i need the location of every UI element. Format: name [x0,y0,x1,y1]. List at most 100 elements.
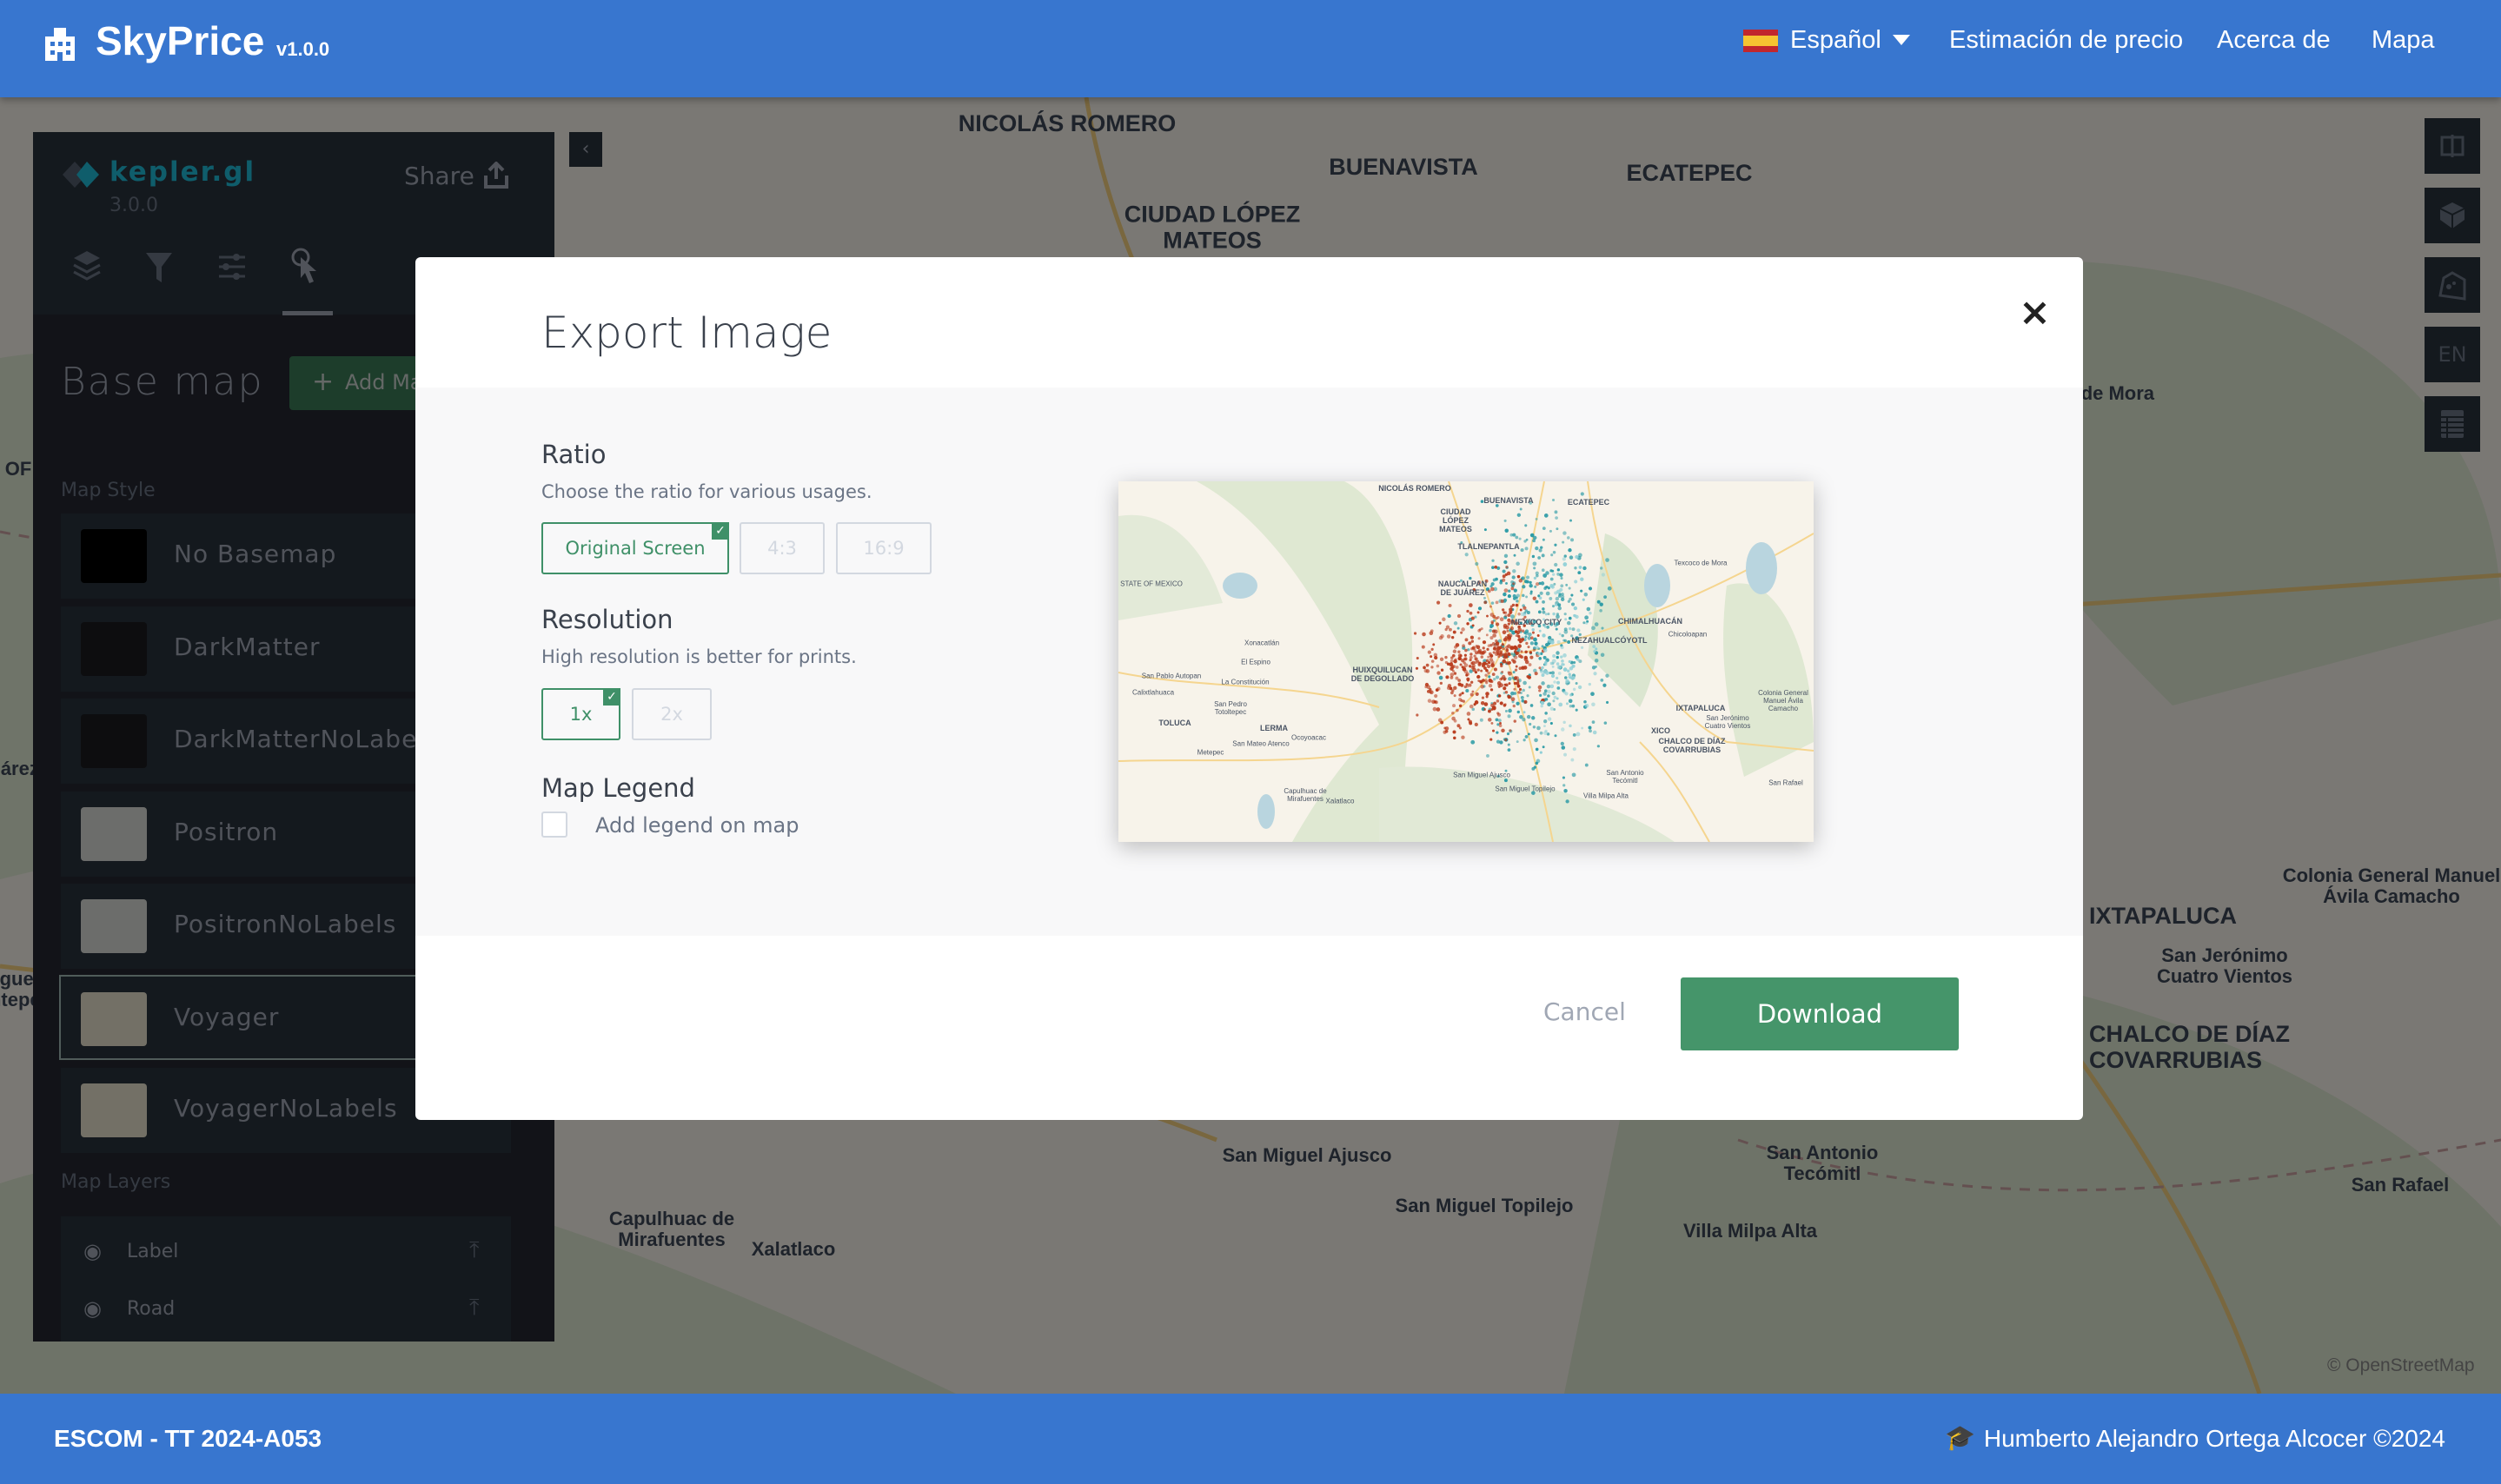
teal-data-point [1561,593,1564,596]
red-data-point [1513,681,1517,686]
red-data-point [1436,707,1441,712]
preview-label: Ocoyoacac [1290,733,1327,742]
preview-label: San Rafael [1768,778,1803,787]
preview-label: San Pablo Autopan [1141,672,1202,680]
red-data-point [1487,655,1490,659]
light-teal-data-point [1569,676,1573,679]
red-data-point [1506,629,1509,633]
nav-mapa[interactable]: Mapa [2372,26,2435,55]
preview-label: TLALNEPANTLA [1457,542,1520,552]
teal-data-point [1490,601,1495,605]
teal-data-point [1595,665,1598,668]
teal-data-point [1495,675,1500,679]
light-teal-data-point [1561,659,1564,663]
light-teal-data-point [1549,706,1554,711]
red-data-point [1493,667,1497,672]
teal-data-point [1565,583,1569,586]
brand-name[interactable]: SkyPrice [96,17,264,64]
red-data-point [1504,739,1508,742]
teal-data-point [1596,600,1601,604]
red-data-point [1423,666,1426,670]
red-data-point [1492,633,1496,638]
red-data-point [1448,603,1452,607]
red-data-point [1432,643,1436,646]
teal-data-point [1532,539,1536,543]
teal-data-point [1561,745,1566,750]
caret-down-icon[interactable] [1893,35,1910,45]
red-data-point [1538,666,1542,670]
red-data-point [1514,668,1518,672]
red-data-point [1439,657,1444,662]
red-data-point [1518,687,1522,692]
red-data-point [1427,650,1431,654]
export-preview-image: NICOLÁS ROMERO BUENAVISTA ECATEPEC CIUDA… [1118,481,1814,842]
teal-data-point [1574,566,1577,570]
teal-data-point [1556,655,1559,659]
teal-data-point [1582,566,1587,571]
teal-data-point [1526,714,1531,719]
red-data-point [1452,630,1456,634]
teal-data-point [1552,550,1556,554]
teal-data-point [1590,692,1595,697]
red-data-point [1458,698,1463,702]
red-data-point [1505,565,1509,569]
light-teal-data-point [1538,629,1542,633]
light-teal-data-point [1540,704,1543,708]
red-data-point [1485,692,1489,696]
teal-data-point [1543,719,1548,724]
download-button[interactable]: Download [1681,977,1959,1050]
preview-label: NEZAHUALCÓYOTL [1571,636,1648,646]
light-teal-data-point [1573,613,1576,618]
legend-checkbox-label[interactable]: Add legend on map [595,813,799,838]
red-data-point [1492,706,1496,711]
resolution-2x[interactable]: 2x [632,688,712,740]
teal-data-point [1555,627,1558,631]
red-data-point [1452,704,1456,708]
teal-data-point [1512,671,1516,674]
teal-data-point [1522,585,1526,589]
red-data-point [1505,648,1509,653]
teal-data-point [1554,734,1557,738]
red-data-point [1430,655,1433,659]
nav-estimacion[interactable]: Estimación de precio [1949,26,2183,55]
red-data-point [1442,617,1446,622]
red-data-point [1503,653,1508,658]
teal-data-point [1537,556,1542,560]
ratio-original-screen[interactable]: Original Screen ✓ [541,522,729,574]
red-data-point [1451,711,1455,715]
teal-data-point [1519,507,1522,511]
teal-data-point [1512,569,1516,573]
resolution-1x[interactable]: 1x ✓ [541,688,620,740]
red-data-point [1499,617,1504,622]
teal-data-point [1554,543,1557,547]
light-teal-data-point [1553,695,1557,699]
red-data-point [1483,708,1486,711]
red-data-point [1499,701,1503,706]
preview-label: La Constitución [1221,678,1270,686]
language-selector[interactable]: Español [1790,26,1881,55]
teal-data-point [1505,581,1508,585]
teal-data-point [1550,671,1555,675]
light-teal-data-point [1595,647,1598,651]
teal-data-point [1508,708,1512,713]
red-data-point [1485,659,1489,663]
cancel-button[interactable]: Cancel [1543,997,1626,1026]
red-data-point [1529,655,1534,659]
nav-acerca[interactable]: Acerca de [2217,26,2331,55]
preview-label: MEXICO CITY [1510,618,1562,627]
preview-label: Xonacatlán [1244,639,1280,647]
ratio-16-9[interactable]: 16:9 [836,522,932,574]
close-icon[interactable]: × [2019,290,2051,335]
light-teal-data-point [1536,652,1541,656]
red-data-point [1453,719,1457,723]
ratio-4-3[interactable]: 4:3 [740,522,825,574]
light-teal-data-point [1576,628,1581,633]
light-teal-data-point [1569,666,1574,671]
legend-checkbox[interactable] [541,812,567,838]
red-data-point [1522,606,1527,610]
teal-data-point [1560,597,1565,602]
preview-label: NAUCALPAN DE JUÁREZ [1437,580,1488,597]
red-data-point [1501,728,1505,733]
light-teal-data-point [1522,612,1527,617]
light-teal-data-point [1562,653,1567,658]
